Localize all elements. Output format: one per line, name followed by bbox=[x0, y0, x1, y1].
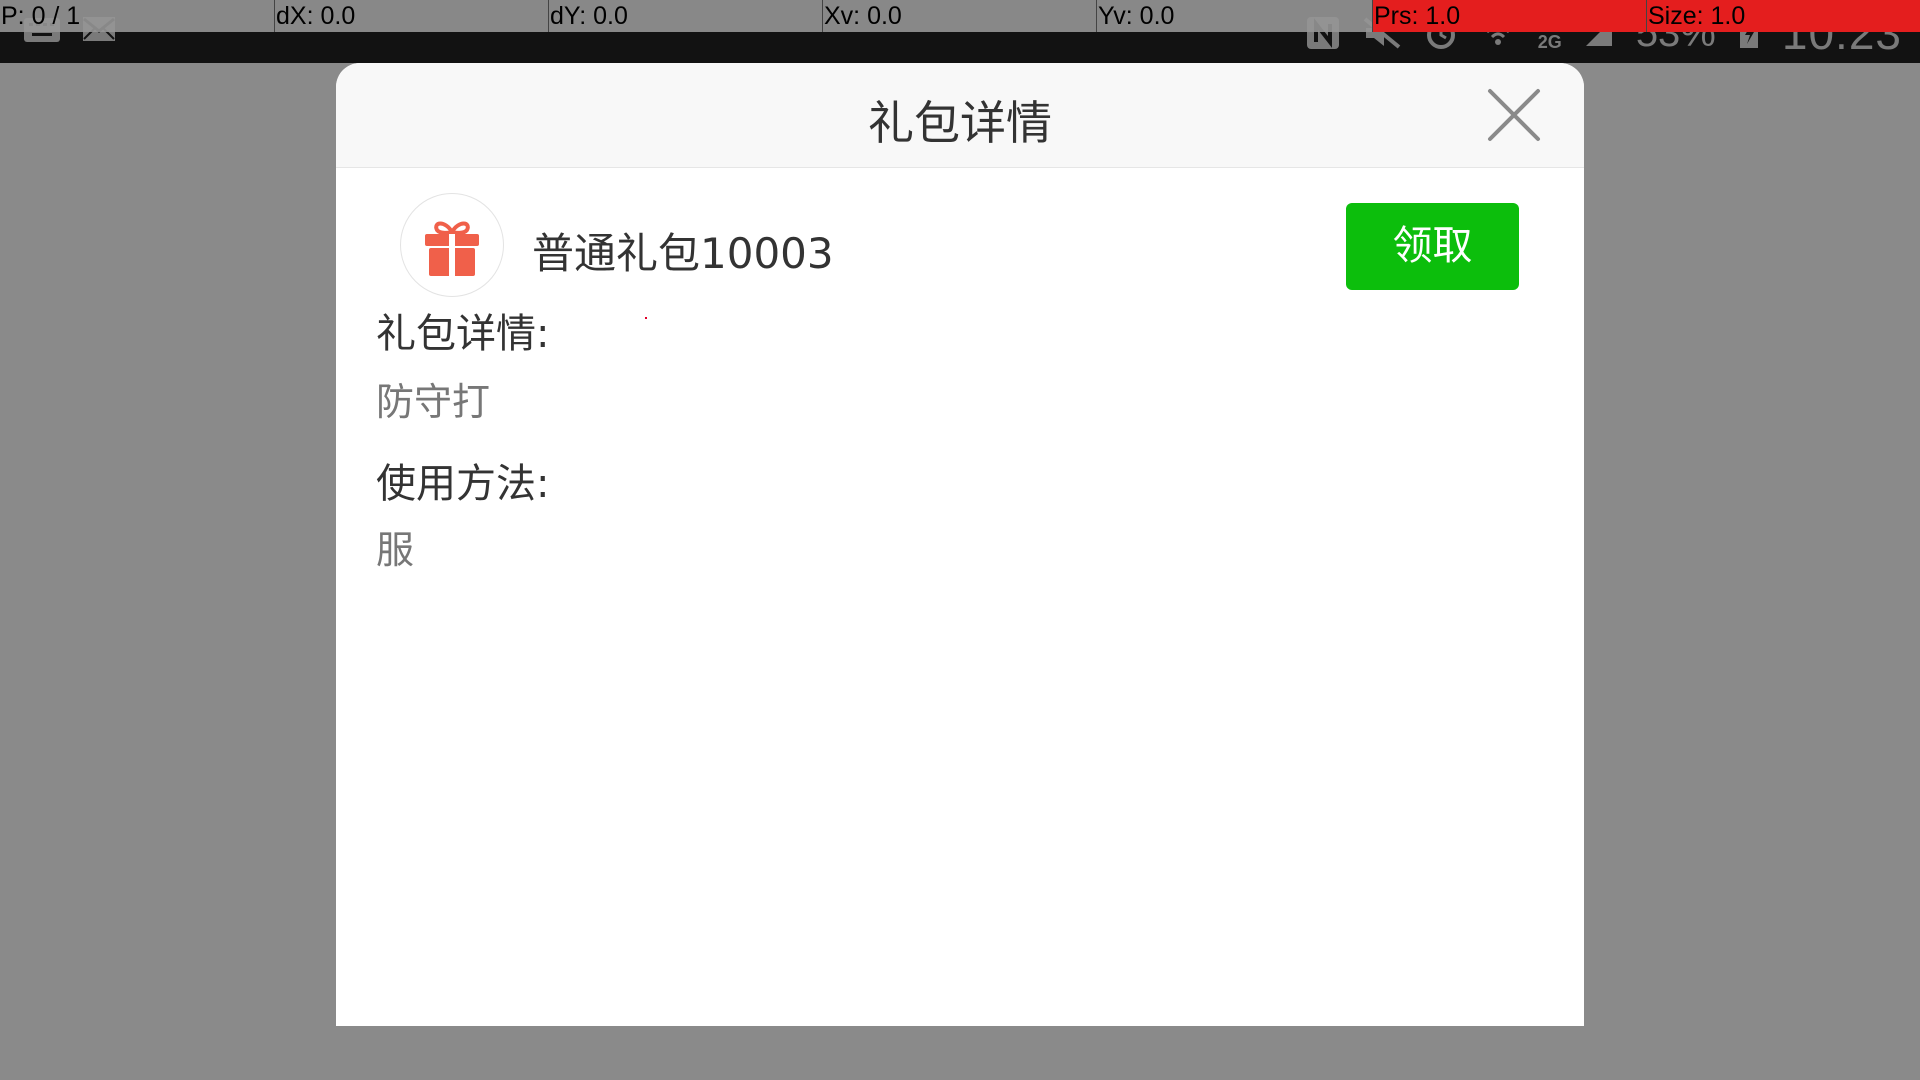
dialog-title: 礼包详情 bbox=[868, 96, 1052, 150]
network-type-bottom: 2G bbox=[1537, 32, 1562, 52]
overlay-dy: dY: 0.0 bbox=[548, 0, 822, 32]
screen: 3G 2G 53% 10:23 P: 0 / 1 dX: 0.0 dY: 0.0… bbox=[0, 0, 1920, 1080]
overlay-yv: Yv: 0.0 bbox=[1096, 0, 1372, 32]
gift-name: 普通礼包10003 bbox=[532, 229, 834, 278]
overlay-pressure: Prs: 1.0 bbox=[1372, 0, 1646, 32]
gift-detail-dialog: 礼包详情 普通礼包10003 领取 礼包详情: 防守打 使用方法: 服 bbox=[336, 63, 1584, 1026]
details-body: 防守打 bbox=[376, 380, 491, 424]
pointer-location-overlay: P: 0 / 1 dX: 0.0 dY: 0.0 Xv: 0.0 Yv: 0.0… bbox=[0, 0, 1920, 32]
claim-button[interactable]: 领取 bbox=[1346, 203, 1519, 290]
overlay-dx: dX: 0.0 bbox=[274, 0, 548, 32]
dialog-header: 礼包详情 bbox=[336, 63, 1584, 168]
close-icon bbox=[1488, 89, 1540, 141]
overlay-xv: Xv: 0.0 bbox=[822, 0, 1096, 32]
gift-icon bbox=[425, 221, 479, 276]
overlay-size: Size: 1.0 bbox=[1646, 0, 1920, 32]
usage-heading: 使用方法: bbox=[376, 461, 550, 507]
gift-avatar bbox=[400, 193, 504, 297]
usage-body: 服 bbox=[376, 528, 415, 572]
red-dot bbox=[645, 317, 647, 319]
overlay-pointer-count: P: 0 / 1 bbox=[0, 0, 274, 32]
close-button[interactable] bbox=[1484, 85, 1544, 145]
details-heading: 礼包详情: bbox=[376, 311, 550, 357]
